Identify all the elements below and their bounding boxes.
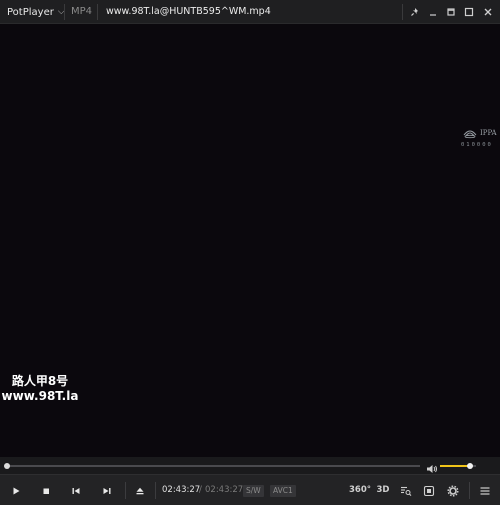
play-button[interactable] xyxy=(3,475,29,505)
title-bar: PotPlayer ⌵ MP4 www.98T.la@HUNTB595^WM.m… xyxy=(0,0,500,24)
decoder-badge[interactable]: S/W xyxy=(243,485,264,497)
fullscreen-icon xyxy=(464,7,474,17)
previous-icon xyxy=(72,487,80,494)
app-menu-button[interactable]: PotPlayer ⌵ xyxy=(0,0,65,24)
video-text-overlay: 路人甲8号 www.98T.la xyxy=(0,374,80,404)
divider xyxy=(64,4,65,20)
seek-bar-row xyxy=(0,457,500,474)
eject-icon xyxy=(136,487,144,494)
seek-bar[interactable] xyxy=(7,465,420,467)
control-bar: 02:43:27 / 02:43:27 S/W AVC1 360° 3D xyxy=(0,474,500,505)
volume-handle[interactable] xyxy=(466,463,473,469)
stop-button[interactable] xyxy=(33,475,59,505)
settings-button[interactable] xyxy=(440,475,466,505)
video-area[interactable]: IPPA 010000 路人甲8号 www.98T.la xyxy=(0,25,500,457)
app-name: PotPlayer xyxy=(7,6,54,18)
minimize-button[interactable] xyxy=(423,0,443,24)
total-time[interactable]: 02:43:27 xyxy=(205,475,243,505)
divider xyxy=(125,482,126,499)
format-label: MP4 xyxy=(71,6,93,17)
3d-button[interactable]: 3D xyxy=(373,475,393,505)
capture-icon xyxy=(423,485,435,496)
playlist-search-icon xyxy=(401,486,412,496)
vr-360-button[interactable]: 360° xyxy=(348,475,372,505)
seek-handle[interactable] xyxy=(4,463,10,469)
ippa-code: 010000 xyxy=(461,142,493,148)
close-button[interactable] xyxy=(478,0,498,24)
current-time[interactable]: 02:43:27 xyxy=(162,475,200,505)
play-icon xyxy=(13,487,20,494)
divider xyxy=(469,482,470,499)
next-icon xyxy=(103,487,111,494)
capture-button[interactable] xyxy=(416,475,442,505)
volume-level xyxy=(440,465,470,467)
pin-button[interactable] xyxy=(405,0,425,24)
divider xyxy=(155,482,156,499)
overlay-line-1: 路人甲8号 xyxy=(11,374,69,388)
stop-icon xyxy=(43,488,49,494)
ippa-watermark: IPPA 010000 xyxy=(458,125,500,153)
minimize-icon xyxy=(430,14,436,16)
eject-button[interactable] xyxy=(127,475,153,505)
previous-button[interactable] xyxy=(63,475,89,505)
ippa-mark-text: IPPA xyxy=(480,129,497,137)
codec-badge[interactable]: AVC1 xyxy=(270,485,296,497)
maximize-button[interactable] xyxy=(441,0,461,24)
settings-icon xyxy=(447,484,459,497)
divider xyxy=(402,4,403,20)
ippa-logo-icon xyxy=(463,130,477,139)
divider xyxy=(97,4,98,20)
file-title: www.98T.la@HUNTB595^WM.mp4 xyxy=(106,6,271,17)
next-button[interactable] xyxy=(94,475,120,505)
time-separator: / xyxy=(199,485,202,495)
pin-icon xyxy=(411,8,418,16)
fullscreen-button[interactable] xyxy=(459,0,479,24)
main-menu-button[interactable] xyxy=(472,475,498,505)
menu-icon xyxy=(480,486,490,495)
overlay-line-2: www.98T.la xyxy=(1,389,79,403)
close-icon xyxy=(484,8,492,16)
maximize-icon xyxy=(447,8,455,16)
volume-button[interactable] xyxy=(426,460,438,473)
